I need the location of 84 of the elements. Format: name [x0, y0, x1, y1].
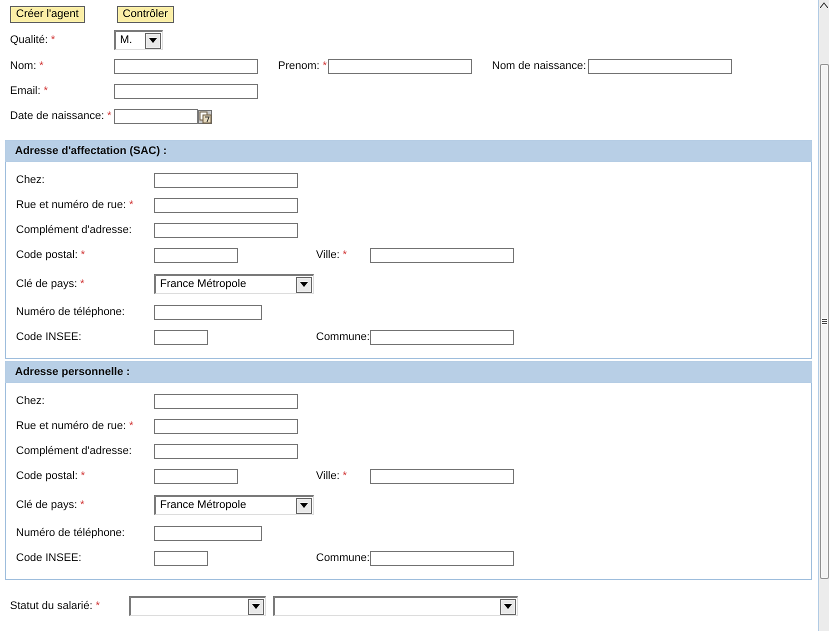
scroll-thumb[interactable]: [820, 64, 828, 579]
field-label: Date de naissance:: [10, 109, 104, 124]
required-mark: *: [342, 248, 347, 264]
dropdown-field[interactable]: [273, 596, 518, 616]
grip-icon: [822, 319, 826, 324]
dropdown-button[interactable]: [296, 498, 312, 514]
field-label: Rue et numéro de rue:: [16, 198, 126, 214]
field-label: Code postal:: [16, 469, 78, 484]
scroll-up-icon[interactable]: [820, 2, 828, 8]
text-field[interactable]: [154, 305, 262, 320]
caret-icon: [149, 38, 157, 43]
required-mark: *: [107, 109, 112, 124]
caret-icon: [504, 604, 512, 609]
field-label: Rue et numéro de rue:: [16, 419, 126, 434]
action-button[interactable]: Créer l'agent: [10, 6, 85, 23]
text-field[interactable]: [154, 248, 238, 263]
field-label: Ville:: [316, 248, 340, 264]
dropdown-button[interactable]: [248, 598, 264, 614]
required-mark: *: [50, 32, 56, 48]
text-field[interactable]: [154, 551, 208, 566]
required-mark: *: [80, 469, 86, 484]
field-label: Ville:: [316, 469, 340, 484]
field-label: Statut du salarié:: [10, 598, 93, 614]
text-field[interactable]: [154, 444, 298, 459]
scrollbar[interactable]: [818, 0, 829, 631]
field-label: Code INSEE:: [16, 551, 82, 566]
calendar-icon[interactable]: [198, 110, 212, 124]
field-label: Code INSEE:: [16, 330, 82, 346]
field-label: Chez:: [16, 394, 45, 410]
field-label: Email:: [10, 84, 41, 100]
field-label: Numéro de téléphone:: [16, 526, 125, 542]
required-mark: *: [342, 469, 347, 484]
required-mark: *: [322, 59, 327, 74]
dropdown-field[interactable]: France Métropole: [154, 495, 314, 515]
text-field[interactable]: [154, 394, 298, 409]
text-field[interactable]: [154, 223, 298, 238]
text-field[interactable]: [588, 59, 732, 74]
text-field[interactable]: [114, 59, 258, 74]
field-label: Chez:: [16, 173, 45, 188]
field-label: Clé de pays:: [16, 276, 78, 292]
required-mark: *: [80, 248, 86, 264]
text-field[interactable]: [370, 551, 514, 566]
field-label: Commune:: [316, 330, 370, 346]
field-label: Complément d'adresse:: [16, 444, 132, 460]
field-label: Code postal:: [16, 248, 78, 264]
caret-icon: [300, 282, 308, 287]
section-header: Adresse personnelle :: [5, 361, 812, 383]
text-field[interactable]: [370, 469, 514, 484]
required-mark: *: [80, 276, 84, 292]
dropdown-field[interactable]: [129, 596, 266, 616]
text-field[interactable]: [154, 173, 298, 188]
required-mark: *: [44, 84, 48, 100]
action-button[interactable]: Contrôler: [116, 6, 174, 23]
dropdown-button[interactable]: [296, 276, 312, 292]
dropdown-field[interactable]: M.: [114, 30, 163, 50]
required-mark: *: [96, 598, 100, 614]
dropdown-button[interactable]: [145, 32, 161, 48]
required-mark: *: [80, 498, 84, 513]
text-field[interactable]: [154, 198, 298, 213]
required-mark: *: [129, 198, 134, 214]
caret-icon: [252, 604, 260, 609]
field-label: Qualité:: [10, 32, 48, 48]
text-field[interactable]: [154, 526, 262, 541]
section-header: Adresse d'affectation (SAC) :: [5, 140, 812, 162]
field-label: Commune:: [316, 551, 370, 566]
field-label: Clé de pays:: [16, 498, 78, 513]
date-field[interactable]: [114, 109, 198, 124]
text-field[interactable]: [370, 330, 514, 345]
text-field[interactable]: [328, 59, 472, 74]
text-field[interactable]: [154, 469, 238, 484]
text-field[interactable]: [114, 84, 258, 99]
field-label: Nom de naissance:: [492, 59, 586, 74]
required-mark: *: [39, 59, 44, 74]
required-mark: *: [129, 419, 134, 434]
field-label: Complément d'adresse:: [16, 223, 132, 238]
field-label: Numéro de téléphone:: [16, 305, 125, 320]
text-field[interactable]: [370, 248, 514, 263]
field-label: Nom:: [10, 59, 36, 74]
field-label: Prenom:: [278, 59, 320, 74]
dropdown-button[interactable]: [500, 598, 516, 614]
text-field[interactable]: [154, 330, 208, 345]
text-field[interactable]: [154, 419, 298, 434]
caret-icon: [300, 503, 308, 508]
dropdown-field[interactable]: France Métropole: [154, 274, 314, 294]
